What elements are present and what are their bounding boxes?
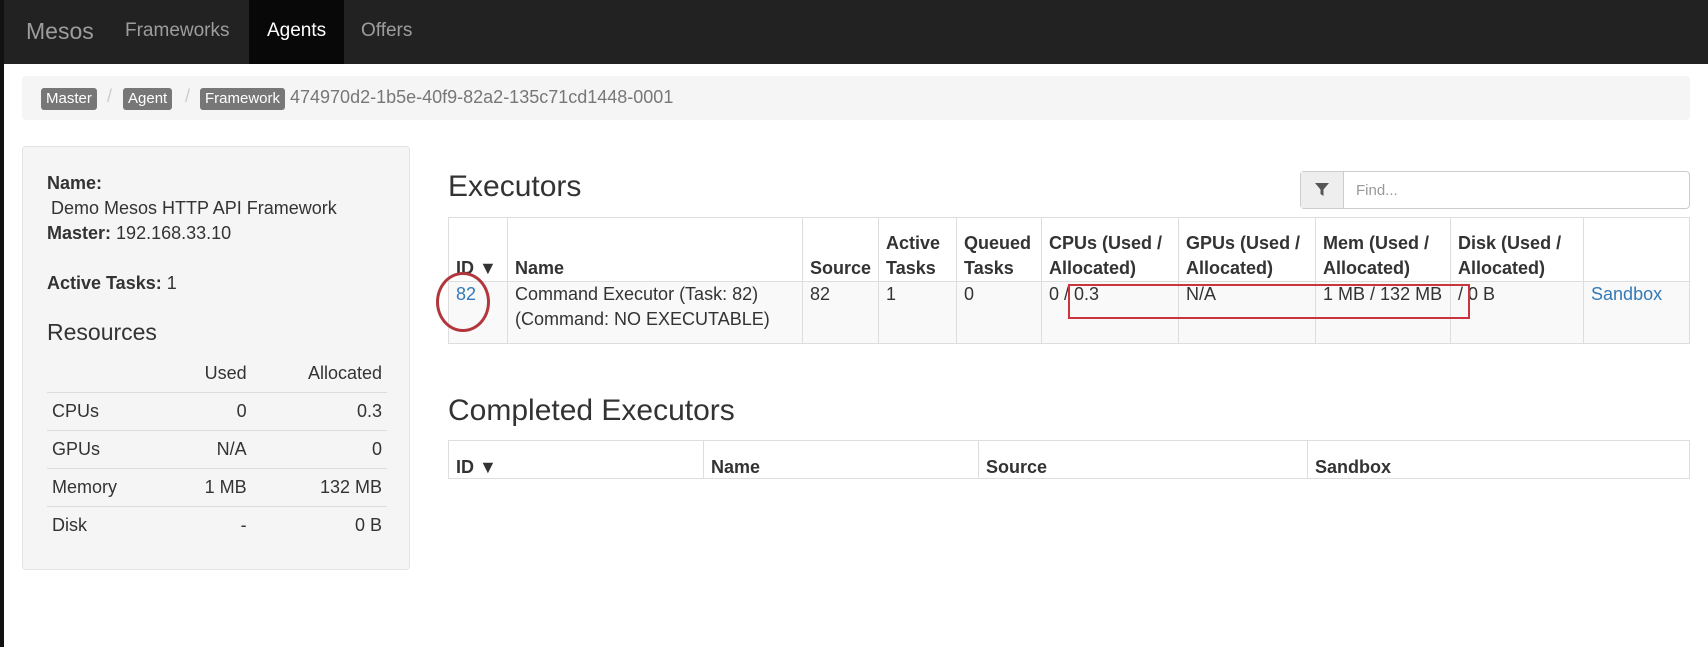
resource-used: 0 (167, 392, 252, 431)
resources-header-allocated: Allocated (307, 363, 382, 383)
col-cpus-label-2: Allocated) (1049, 258, 1137, 278)
executor-filter (1300, 171, 1690, 209)
resource-name: Disk (47, 506, 168, 544)
completed-col-id-header[interactable]: ID ▼ (448, 440, 704, 479)
resource-name: Memory (47, 468, 168, 507)
breadcrumb-separator: / (107, 86, 113, 106)
window-edge (0, 64, 4, 647)
col-queued-label: Queued (964, 233, 1032, 253)
col-disk-label-2: Allocated) (1458, 258, 1546, 278)
breadcrumb-framework-id: 474970d2-1b5e-40f9-82a2-135c71cd1448-000… (290, 87, 674, 107)
col-source-label: Source (810, 258, 872, 278)
resource-used: N/A (167, 430, 252, 469)
breadcrumb-separator: / (185, 86, 191, 106)
resources-header-used: Used (204, 363, 247, 383)
completed-executors-heading: Completed Executors (448, 394, 735, 427)
col-mem-label: Mem (Used / (1323, 233, 1430, 253)
col-gpus-header[interactable]: GPUs (Used / Allocated) (1178, 217, 1317, 282)
col-source-header[interactable]: Source (801, 217, 880, 282)
completed-header-row: ID ▼ Name Source Sandbox (448, 440, 1690, 479)
resource-allocated: 0 B (251, 506, 387, 544)
executor-name-line1: Command Executor (Task: 82) (515, 284, 759, 304)
executor-queued-tasks: 0 (956, 281, 1043, 344)
executor-name: Command Executor (Task: 82) (Command: NO … (507, 281, 803, 344)
executor-sandbox[interactable]: Sandbox (1583, 281, 1690, 344)
resource-name: GPUs (47, 430, 168, 469)
resource-row: GPUs N/A 0 (47, 430, 387, 469)
col-mem-label-2: Allocated) (1323, 258, 1411, 278)
nav-frameworks[interactable]: Frameworks (107, 0, 248, 64)
resource-allocated: 0.3 (251, 392, 387, 431)
col-name-label: Name (515, 258, 565, 278)
col-gpus-label: GPUs (Used / (1186, 233, 1301, 253)
executor-disk: / 0 B (1450, 281, 1585, 344)
col-mem-header[interactable]: Mem (Used / Allocated) (1315, 217, 1452, 282)
resources-title: Resources (47, 319, 157, 345)
completed-col-sandbox-header[interactable]: Sandbox (1307, 440, 1690, 479)
master-line: Master: 192.168.33.10 (47, 223, 231, 244)
breadcrumb-agent[interactable]: Agent (123, 88, 173, 110)
resource-allocated: 0 (251, 430, 387, 469)
annotation-circle (436, 272, 490, 332)
executor-name-line2: (Command: NO EXECUTABLE) (515, 309, 770, 329)
annotation-box (1068, 284, 1470, 319)
col-cpus-header[interactable]: CPUs (Used / Allocated) (1041, 217, 1180, 282)
filter-icon[interactable] (1301, 172, 1344, 208)
completed-executors-table: ID ▼ Name Source Sandbox (448, 440, 1690, 479)
col-queued-label-2: Tasks (964, 258, 1014, 278)
nav-agents[interactable]: Agents (249, 0, 345, 64)
active-tasks-line: Active Tasks: 1 (47, 273, 177, 294)
navbar: Mesos Frameworks Agents Offers (0, 0, 1708, 64)
col-disk-header[interactable]: Disk (Used / Allocated) (1450, 217, 1585, 282)
col-disk-label: Disk (Used / (1458, 233, 1562, 253)
col-cpus-label: CPUs (Used / (1049, 233, 1163, 253)
col-queued-tasks-header[interactable]: Queued Tasks (956, 217, 1043, 282)
col-active-label: Active (886, 233, 941, 253)
active-tasks-value: 1 (166, 273, 177, 293)
nav-offers[interactable]: Offers (343, 0, 430, 64)
framework-summary-panel: Name: Demo Mesos HTTP API Framework Mast… (22, 146, 410, 570)
breadcrumb-master[interactable]: Master (41, 88, 97, 110)
col-active-tasks-header[interactable]: Active Tasks (878, 217, 958, 282)
executors-header-row: ID ▼ Name Source Active Tasks Queued Tasks… (448, 217, 1690, 282)
col-name-header[interactable]: Name (507, 217, 803, 282)
resource-used: - (167, 506, 252, 544)
master-label: Master: (47, 223, 112, 243)
resources-header-row: Used Allocated (47, 355, 387, 393)
col-gpus-label-2: Allocated) (1186, 258, 1274, 278)
resource-allocated: 132 MB (251, 468, 387, 507)
name-label: Name: (47, 173, 103, 193)
breadcrumb: Master / Agent / Framework 474970d2-1b5e… (22, 76, 1690, 120)
executors-heading: Executors (448, 170, 582, 203)
master-address: 192.168.33.10 (116, 223, 232, 243)
resource-row: CPUs 0 0.3 (47, 392, 387, 431)
col-sandbox-header (1583, 217, 1690, 282)
active-tasks-label: Active Tasks: (47, 273, 162, 293)
resource-used: 1 MB (167, 468, 252, 507)
resource-name: CPUs (47, 392, 168, 431)
resource-row: Memory 1 MB 132 MB (47, 468, 387, 507)
executor-source: 82 (801, 281, 880, 344)
sandbox-link[interactable]: Sandbox (1591, 284, 1662, 304)
completed-col-name-header[interactable]: Name (703, 440, 979, 479)
executor-search-input[interactable] (1344, 172, 1687, 208)
executors-table: ID ▼ Name Source Active Tasks Queued Tasks… (448, 217, 1690, 344)
resource-row: Disk - 0 B (47, 506, 387, 544)
resources-header-blank (47, 355, 168, 393)
brand-logo[interactable]: Mesos (26, 18, 94, 45)
framework-name: Demo Mesos HTTP API Framework (51, 198, 337, 218)
breadcrumb-framework[interactable]: Framework (200, 88, 286, 110)
completed-col-source-header[interactable]: Source (978, 440, 1308, 479)
col-active-label-2: Tasks (886, 258, 936, 278)
resources-table: Used Allocated CPUs 0 0.3 GPUs N/A 0 Mem… (47, 355, 387, 544)
executor-active-tasks: 1 (878, 281, 958, 344)
